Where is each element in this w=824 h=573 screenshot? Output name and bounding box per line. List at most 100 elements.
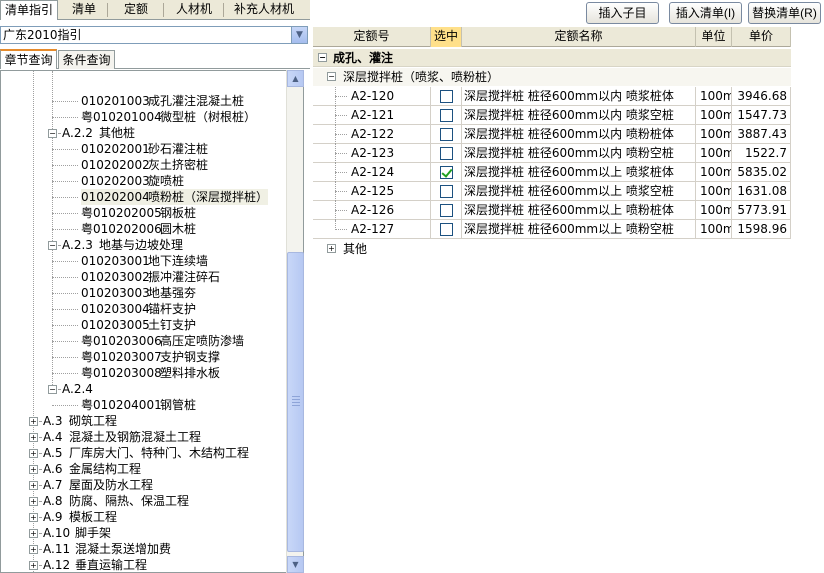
guide-library-select[interactable]: 广东2010指引 ▼ xyxy=(0,26,308,44)
tree-node-item[interactable]: 010202003 旋喷桩 xyxy=(1,173,287,189)
quota-name-cell: 深层搅拌桩 桩径600mm以上 喷粉桩体 xyxy=(462,201,696,220)
tree-node-code: A.5 xyxy=(43,446,63,460)
tree-node-chapter[interactable]: + A.8 防腐、隔热、保温工程 xyxy=(1,493,287,509)
tree-node-chapter[interactable]: − A.2.4 xyxy=(1,381,287,397)
unit-cell: 100m xyxy=(696,125,732,144)
subgroup-label: 深层搅拌桩（喷浆、喷粉桩） xyxy=(343,70,500,84)
expand-icon[interactable]: + xyxy=(29,481,38,490)
tab-quota[interactable]: 定额 xyxy=(108,0,164,20)
quota-row[interactable]: A2-123 深层搅拌桩 桩径600mm以内 喷粉空桩 100m 1522.7 xyxy=(313,144,791,163)
select-checkbox[interactable] xyxy=(440,147,453,160)
expand-icon[interactable]: + xyxy=(327,244,336,253)
select-checkbox[interactable] xyxy=(440,223,453,236)
expand-icon[interactable]: + xyxy=(29,545,38,554)
tree-node-item[interactable]: 粤010203007 支护钢支撑 xyxy=(1,349,287,365)
collapse-icon[interactable]: − xyxy=(318,53,327,62)
tree-node-code: 010202002 xyxy=(81,158,150,172)
header-selected: 选中 xyxy=(431,27,462,47)
tree-node-item[interactable]: 粤010203006 高压定喷防渗墙 xyxy=(1,333,287,349)
replace-list-button[interactable]: 替换清单(R) xyxy=(748,2,821,24)
tree-node-chapter[interactable]: + A.6 金属结构工程 xyxy=(1,461,287,477)
expand-icon[interactable]: + xyxy=(29,433,38,442)
tree-node-code: A.2.2 xyxy=(62,126,93,140)
scroll-down-arrow-icon[interactable]: ▼ xyxy=(287,556,304,573)
quota-code-cell: A2-126 xyxy=(313,201,431,220)
tree-node-item[interactable]: 010203001 地下连续墙 xyxy=(1,253,287,269)
collapse-icon[interactable]: − xyxy=(48,129,57,138)
expand-icon[interactable]: + xyxy=(29,561,38,570)
select-checkbox[interactable] xyxy=(440,90,453,103)
tree-node-item[interactable]: 010203002 振冲灌注碎石 xyxy=(1,269,287,285)
selected-cell xyxy=(431,163,462,182)
collapse-icon[interactable]: − xyxy=(48,241,57,250)
quota-row[interactable]: A2-120 深层搅拌桩 桩径600mm以内 喷浆桩体 100m 3946.68 xyxy=(313,87,791,106)
tree-node-chapter[interactable]: − A.2.2 其他桩 xyxy=(1,125,287,141)
group-row[interactable]: − 成孔、灌注 xyxy=(313,49,791,67)
subgroup-row[interactable]: − 深层搅拌桩（喷浆、喷粉桩） xyxy=(313,68,791,86)
tree-node-name: 混凝土泵送增加费 xyxy=(75,542,172,556)
quota-row[interactable]: A2-124 深层搅拌桩 桩径600mm以上 喷浆桩体 100m 5835.02 xyxy=(313,163,791,182)
tree-node-item[interactable]: 粤010202005 钢板桩 xyxy=(1,205,287,221)
select-checkbox[interactable] xyxy=(440,128,453,141)
tree-node-item[interactable]: 粤010202006 圆木桩 xyxy=(1,221,287,237)
tree-node-item[interactable]: 010203003 地基强夯 xyxy=(1,285,287,301)
tree-node-item[interactable]: 粤010201004 微型桩（树根桩） xyxy=(1,109,287,125)
tab-condition-query[interactable]: 条件查询 xyxy=(58,50,115,69)
quota-name-cell: 深层搅拌桩 桩径600mm以上 喷粉空桩 xyxy=(462,220,696,239)
tree-node-chapter[interactable]: + A.4 混凝土及钢筋混凝土工程 xyxy=(1,429,287,445)
scroll-up-arrow-icon[interactable]: ▲ xyxy=(287,70,304,87)
tree-node-item[interactable]: 010202001 砂石灌注桩 xyxy=(1,141,287,157)
tab-list-guide[interactable]: 清单指引 xyxy=(0,0,58,21)
quota-row[interactable]: A2-125 深层搅拌桩 桩径600mm以上 喷浆空桩 100m 1631.08 xyxy=(313,182,791,201)
expand-icon[interactable]: + xyxy=(29,417,38,426)
quota-row[interactable]: A2-126 深层搅拌桩 桩径600mm以上 喷粉桩体 100m 5773.91 xyxy=(313,201,791,220)
tab-label: 定额 xyxy=(123,2,148,16)
select-checkbox[interactable] xyxy=(440,185,453,198)
tree-node-chapter[interactable]: + A.7 屋面及防水工程 xyxy=(1,477,287,493)
tree-node-item[interactable]: 粤010203008 塑料排水板 xyxy=(1,365,287,381)
tab-labor-material-machine[interactable]: 人材机 xyxy=(164,0,224,20)
tree-node-item[interactable]: 010202004 喷粉桩（深层搅拌桩） xyxy=(1,189,287,205)
select-checkbox[interactable] xyxy=(440,166,453,179)
tab-extra-labor-material-machine[interactable]: 补充人材机 xyxy=(224,0,304,20)
tree-node-code: 粤010204001 xyxy=(81,398,162,412)
tree-node-item[interactable]: 010202002 灰土挤密桩 xyxy=(1,157,287,173)
selected-cell xyxy=(431,144,462,163)
unit-price-cell: 1598.96 xyxy=(732,220,791,239)
tree-node-chapter[interactable]: + A.5 厂库房大门、特种门、木结构工程 xyxy=(1,445,287,461)
other-group-row[interactable]: + 其他 xyxy=(313,240,791,258)
tree-node-item[interactable]: 010203005 土钉支护 xyxy=(1,317,287,333)
unit-price-cell: 5835.02 xyxy=(732,163,791,182)
scrollbar-thumb[interactable] xyxy=(287,252,304,552)
tree-node-item[interactable]: 粤010204001 钢管桩 xyxy=(1,397,287,413)
chevron-down-icon[interactable]: ▼ xyxy=(291,27,307,43)
tree-node-chapter[interactable]: + A.10 脚手架 xyxy=(1,525,287,541)
tab-chapter-query[interactable]: 章节查询 xyxy=(0,49,57,69)
quota-row[interactable]: A2-122 深层搅拌桩 桩径600mm以内 喷粉桩体 100m 3887.43 xyxy=(313,125,791,144)
tree-node-chapter[interactable]: + A.12 垂直运输工程 xyxy=(1,557,287,572)
tree-node-code: 010203005 xyxy=(81,318,150,332)
insert-list-button[interactable]: 插入清单(I) xyxy=(669,2,742,24)
expand-icon[interactable]: + xyxy=(29,513,38,522)
tree-node-chapter[interactable]: + A.9 模板工程 xyxy=(1,509,287,525)
select-checkbox[interactable] xyxy=(440,109,453,122)
tree-node-chapter[interactable]: + A.11 混凝土泵送增加费 xyxy=(1,541,287,557)
tree-node-item[interactable]: 010201003 成孔灌注混凝土桩 xyxy=(1,93,287,109)
select-checkbox[interactable] xyxy=(440,204,453,217)
collapse-icon[interactable]: − xyxy=(48,385,57,394)
quota-row[interactable]: A2-121 深层搅拌桩 桩径600mm以内 喷浆空桩 100m 1547.73 xyxy=(313,106,791,125)
tree-scrollbar[interactable]: ▲ ▼ xyxy=(286,70,304,573)
tree-node-chapter[interactable]: + A.3 砌筑工程 xyxy=(1,413,287,429)
expand-icon[interactable]: + xyxy=(29,529,38,538)
tree-node-code: 粤010202006 xyxy=(81,222,162,236)
tab-list[interactable]: 清单 xyxy=(60,0,108,20)
collapse-icon[interactable]: − xyxy=(327,72,336,81)
quota-row[interactable]: A2-127 深层搅拌桩 桩径600mm以上 喷粉空桩 100m 1598.96 xyxy=(313,220,791,239)
expand-icon[interactable]: + xyxy=(29,449,38,458)
tree-node-chapter[interactable]: − A.2.3 地基与边坡处理 xyxy=(1,237,287,253)
insert-child-button[interactable]: 插入子目 xyxy=(586,2,659,24)
expand-icon[interactable]: + xyxy=(29,497,38,506)
tree-node-item[interactable]: 010203004 锚杆支护 xyxy=(1,301,287,317)
quota-code-cell: A2-124 xyxy=(313,163,431,182)
expand-icon[interactable]: + xyxy=(29,465,38,474)
